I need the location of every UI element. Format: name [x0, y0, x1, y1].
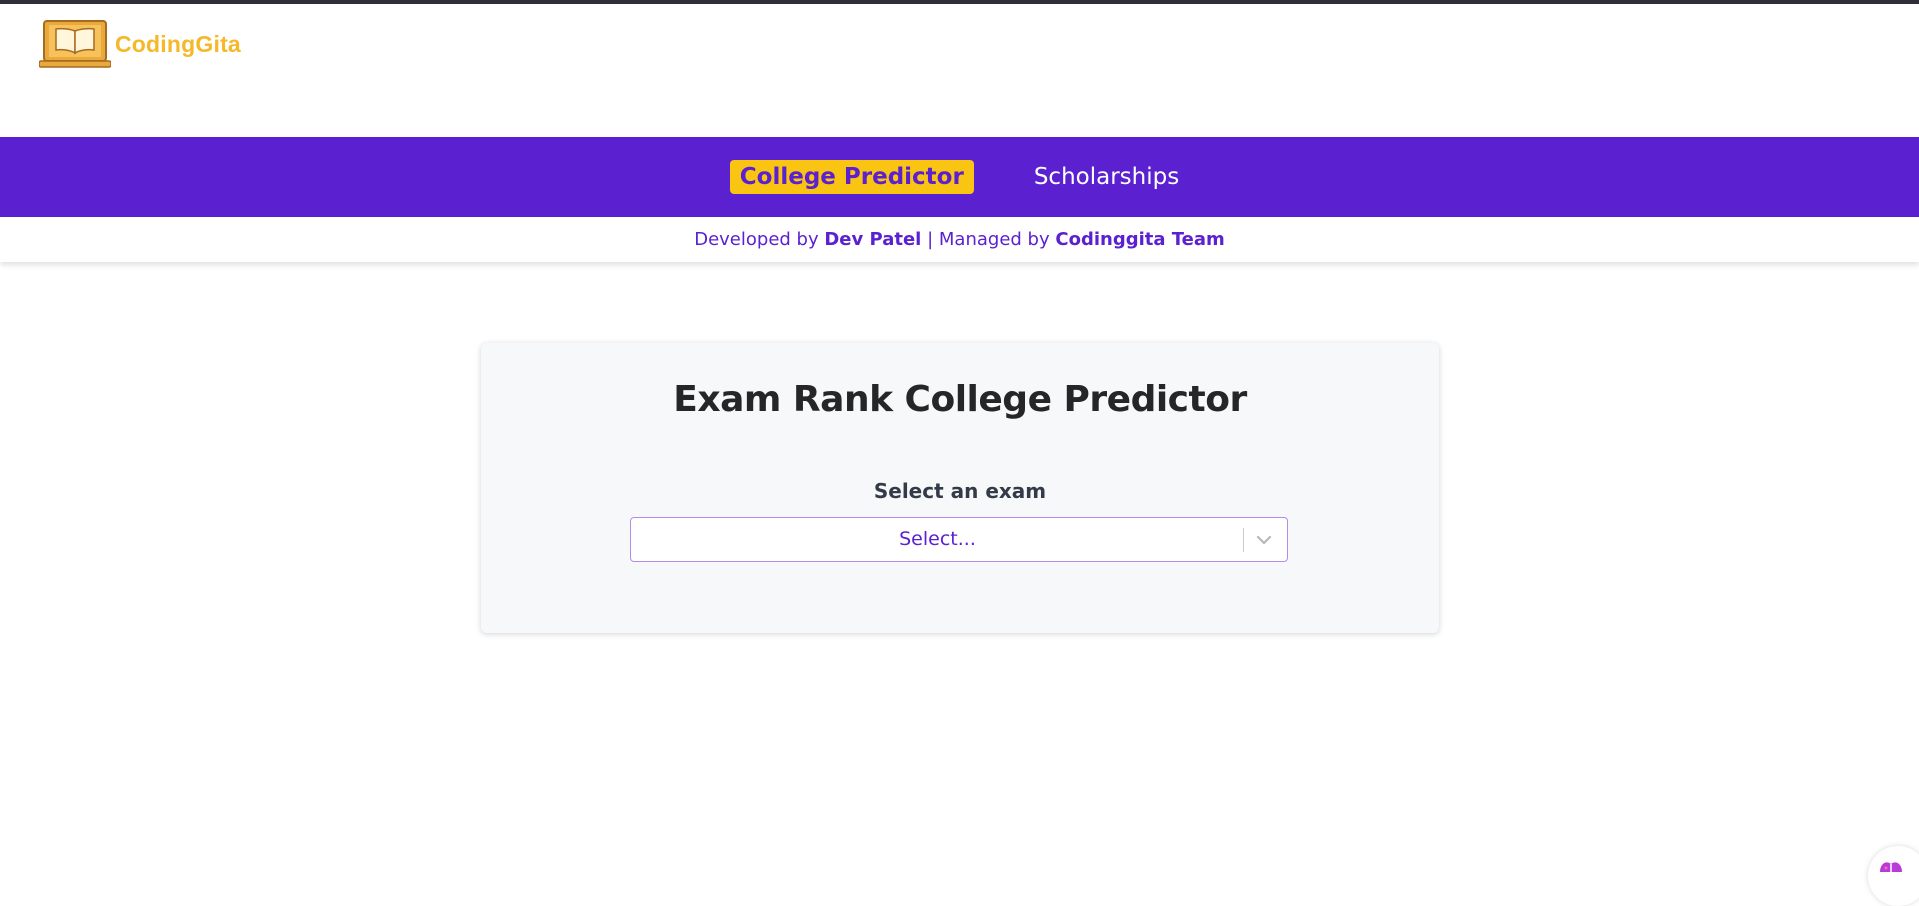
chat-widget-icon	[1880, 862, 1902, 872]
select-divider	[1243, 528, 1244, 552]
credits-bar: Developed by Dev Patel | Managed by Codi…	[0, 217, 1919, 262]
managed-by-label: Managed by	[938, 229, 1050, 250]
developed-by-label: Developed by	[694, 229, 819, 250]
chevron-down-icon[interactable]	[1253, 529, 1275, 551]
exam-select-label: Select an exam	[873, 479, 1047, 503]
exam-select[interactable]: Select...	[630, 517, 1288, 562]
developer-name: Dev Patel	[824, 229, 922, 250]
predictor-card: Exam Rank College Predictor Select an ex…	[481, 343, 1439, 633]
exam-select-placeholder: Select...	[899, 528, 976, 550]
site-header: CodingGita	[0, 4, 1919, 137]
chat-widget-button[interactable]	[1868, 846, 1919, 906]
open-book-laptop-icon	[39, 20, 111, 68]
brand-name: CodingGita	[115, 30, 241, 57]
manager-name: Codinggita Team	[1055, 229, 1225, 250]
nav-scholarships[interactable]: Scholarships	[1024, 160, 1189, 194]
page-title: Exam Rank College Predictor	[673, 379, 1247, 420]
nav-college-predictor[interactable]: College Predictor	[729, 160, 974, 194]
main-nav: College Predictor Scholarships	[0, 137, 1919, 217]
brand-logo[interactable]: CodingGita	[39, 20, 241, 68]
